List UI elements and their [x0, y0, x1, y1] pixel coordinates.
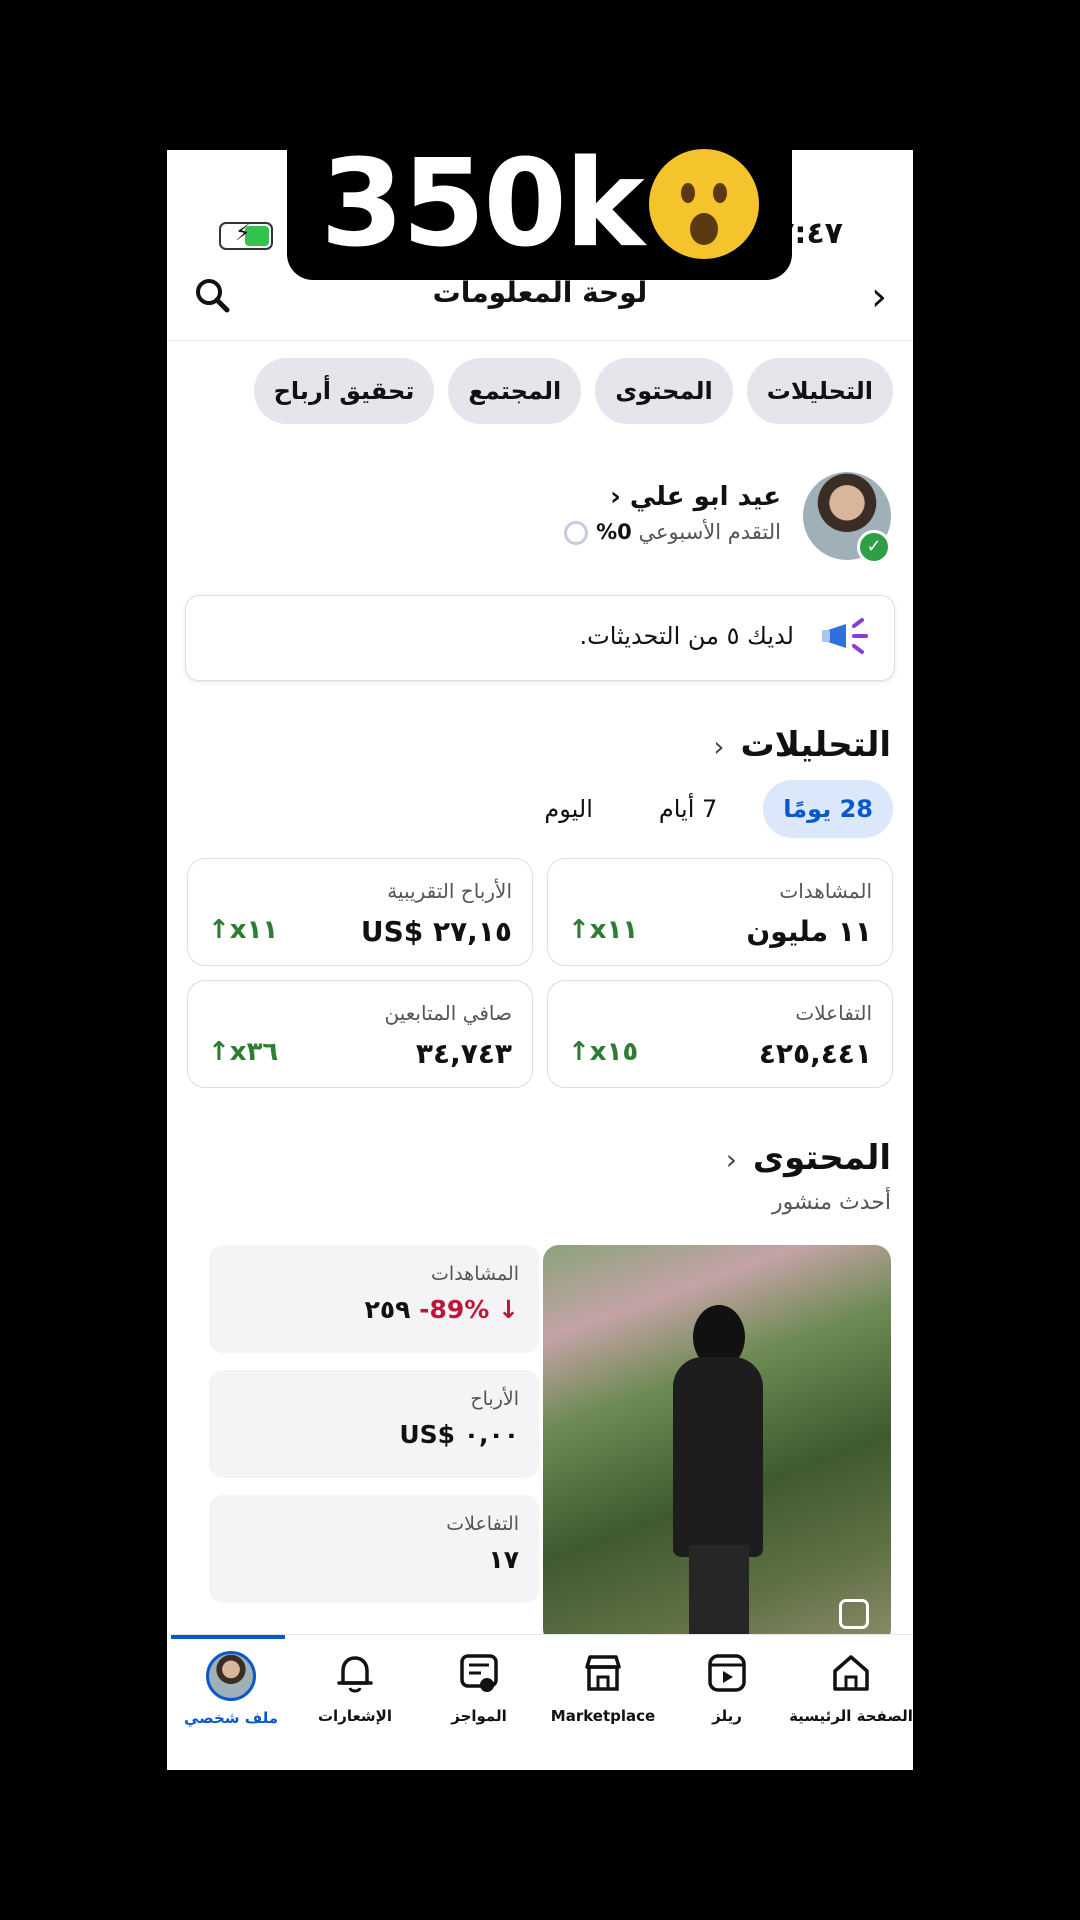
chevron-icon: ‹ — [713, 730, 725, 763]
content-heading[interactable]: المحتوى ‹ — [726, 1138, 891, 1178]
metric-card-earnings[interactable]: الأرباح التقريبية US$ ٢٧,١٥ ↑x١١ — [187, 858, 533, 966]
post-stat-interactions: التفاعلات ١٧ — [209, 1495, 539, 1603]
metric-label: المشاهدات — [779, 879, 872, 903]
latest-post-label: أحدث منشور — [771, 1190, 891, 1215]
profile-summary[interactable]: ✓ عيد ابو علي ‹ التقدم الأسبوعي 0% — [191, 472, 891, 572]
metric-value: ٣٤,٧٤٣ — [415, 1037, 512, 1070]
nav-notifications[interactable]: الإشعارات — [293, 1651, 417, 1725]
reel-icon — [839, 1599, 869, 1629]
nav-profile[interactable]: ملف شخصي — [169, 1651, 293, 1727]
nav-reels[interactable]: ريلز — [665, 1651, 789, 1725]
analytics-heading[interactable]: التحليلات ‹ — [713, 725, 891, 765]
stat-value: US$ ٠,٠٠ — [399, 1420, 519, 1449]
metric-label: الأرباح التقريبية — [387, 879, 512, 903]
tab-content[interactable]: المحتوى — [595, 358, 733, 424]
period-today[interactable]: اليوم — [524, 780, 612, 838]
metric-change: ↑x٣٦ — [208, 1037, 279, 1067]
feeds-icon — [460, 1654, 498, 1692]
marketplace-icon — [585, 1655, 621, 1691]
page-title: لوحة المعلومات — [432, 276, 648, 309]
metric-label: صافي المتابعين — [384, 1001, 512, 1025]
progress-ring-icon — [564, 521, 589, 545]
metric-change: ↑x١١ — [568, 915, 639, 945]
post-stat-earnings: الأرباح US$ ٠,٠٠ — [209, 1370, 539, 1478]
metric-card-views[interactable]: المشاهدات ١١ مليون ↑x١١ — [547, 858, 893, 966]
period-selector: 28 يومًا 7 أيام اليوم — [524, 780, 893, 838]
phone-screen: ⚡ ٧:٤٧ لوحة المعلومات › التحليلات المحتو… — [167, 150, 913, 1770]
analytics-title: التحليلات — [740, 725, 891, 765]
period-7-days[interactable]: 7 أيام — [639, 780, 737, 838]
nav-label: الصفحة الرئيسية — [789, 1707, 913, 1725]
metric-card-interactions[interactable]: التفاعلات ٤٢٥,٤٤١ ↑x١٥ — [547, 980, 893, 1088]
tab-community[interactable]: المجتمع — [448, 358, 582, 424]
chevron-icon: ‹ — [610, 482, 621, 512]
updates-text: لديك ٥ من التحديثات. — [579, 622, 795, 650]
tab-analytics[interactable]: التحليلات — [746, 358, 893, 424]
nav-marketplace[interactable]: Marketplace — [541, 1651, 665, 1725]
metric-change: ↑x١٥ — [568, 1037, 639, 1067]
dashboard-tabs: التحليلات المحتوى المجتمع تحقيق أرباح — [253, 358, 893, 424]
nav-label: ملف شخصي — [183, 1709, 278, 1727]
nav-label: ريلز — [712, 1707, 742, 1725]
tab-monetization[interactable]: تحقيق أرباح — [253, 358, 435, 424]
weekly-progress: التقدم الأسبوعي 0% — [564, 520, 781, 545]
nav-home[interactable]: الصفحة الرئيسية — [789, 1651, 913, 1725]
bell-icon — [337, 1656, 373, 1693]
home-icon — [833, 1655, 869, 1691]
back-chevron-icon[interactable]: › — [871, 274, 887, 320]
progress-value: 0% — [596, 520, 632, 544]
metric-value: ٤٢٥,٤٤١ — [758, 1037, 872, 1070]
nav-feeds[interactable]: المواجز — [417, 1651, 541, 1725]
verified-check-icon: ✓ — [857, 530, 891, 564]
post-thumbnail[interactable] — [543, 1245, 891, 1645]
profile-name-text: عيد ابو علي — [629, 482, 781, 512]
metric-card-followers[interactable]: صافي المتابعين ٣٤,٧٤٣ ↑x٣٦ — [187, 980, 533, 1088]
megaphone-icon — [822, 618, 868, 654]
metric-value: US$ ٢٧,١٥ — [360, 915, 512, 948]
profile-name[interactable]: عيد ابو علي ‹ — [610, 482, 781, 512]
progress-label: التقدم الأسبوعي — [638, 520, 781, 544]
nav-label: المواجز — [451, 1707, 507, 1725]
overlay-text: 350k — [320, 135, 644, 274]
stat-value-row: ٢٥٩ -89% ↓ — [365, 1295, 519, 1324]
stat-change: -89% ↓ — [419, 1295, 519, 1324]
metric-change: ↑x١١ — [208, 915, 279, 945]
caption-overlay: 350k — [287, 130, 792, 280]
content-title: المحتوى — [752, 1138, 891, 1178]
stat-label: الأرباح — [470, 1388, 519, 1410]
reels-icon — [708, 1654, 746, 1692]
battery-icon: ⚡ — [219, 221, 273, 250]
nav-label: الإشعارات — [317, 1707, 392, 1725]
stat-label: التفاعلات — [446, 1513, 519, 1535]
surprised-emoji-icon — [648, 149, 759, 260]
bottom-navigation: الصفحة الرئيسية ريلز Marketplace المواجز… — [167, 1634, 913, 1770]
updates-banner[interactable]: لديك ٥ من التحديثات. — [185, 595, 895, 681]
stat-value: ١٧ — [488, 1545, 519, 1574]
avatar — [206, 1651, 256, 1701]
metric-label: التفاعلات — [795, 1001, 872, 1025]
period-28-days[interactable]: 28 يومًا — [763, 780, 893, 838]
stat-label: المشاهدات — [431, 1263, 519, 1285]
chevron-icon: ‹ — [725, 1143, 737, 1176]
stat-value: ٢٥٩ — [364, 1295, 411, 1324]
active-tab-indicator — [171, 1635, 285, 1639]
nav-label: Marketplace — [550, 1707, 656, 1725]
post-stat-views: المشاهدات ٢٥٩ -89% ↓ — [209, 1245, 539, 1353]
metric-value: ١١ مليون — [746, 915, 872, 948]
